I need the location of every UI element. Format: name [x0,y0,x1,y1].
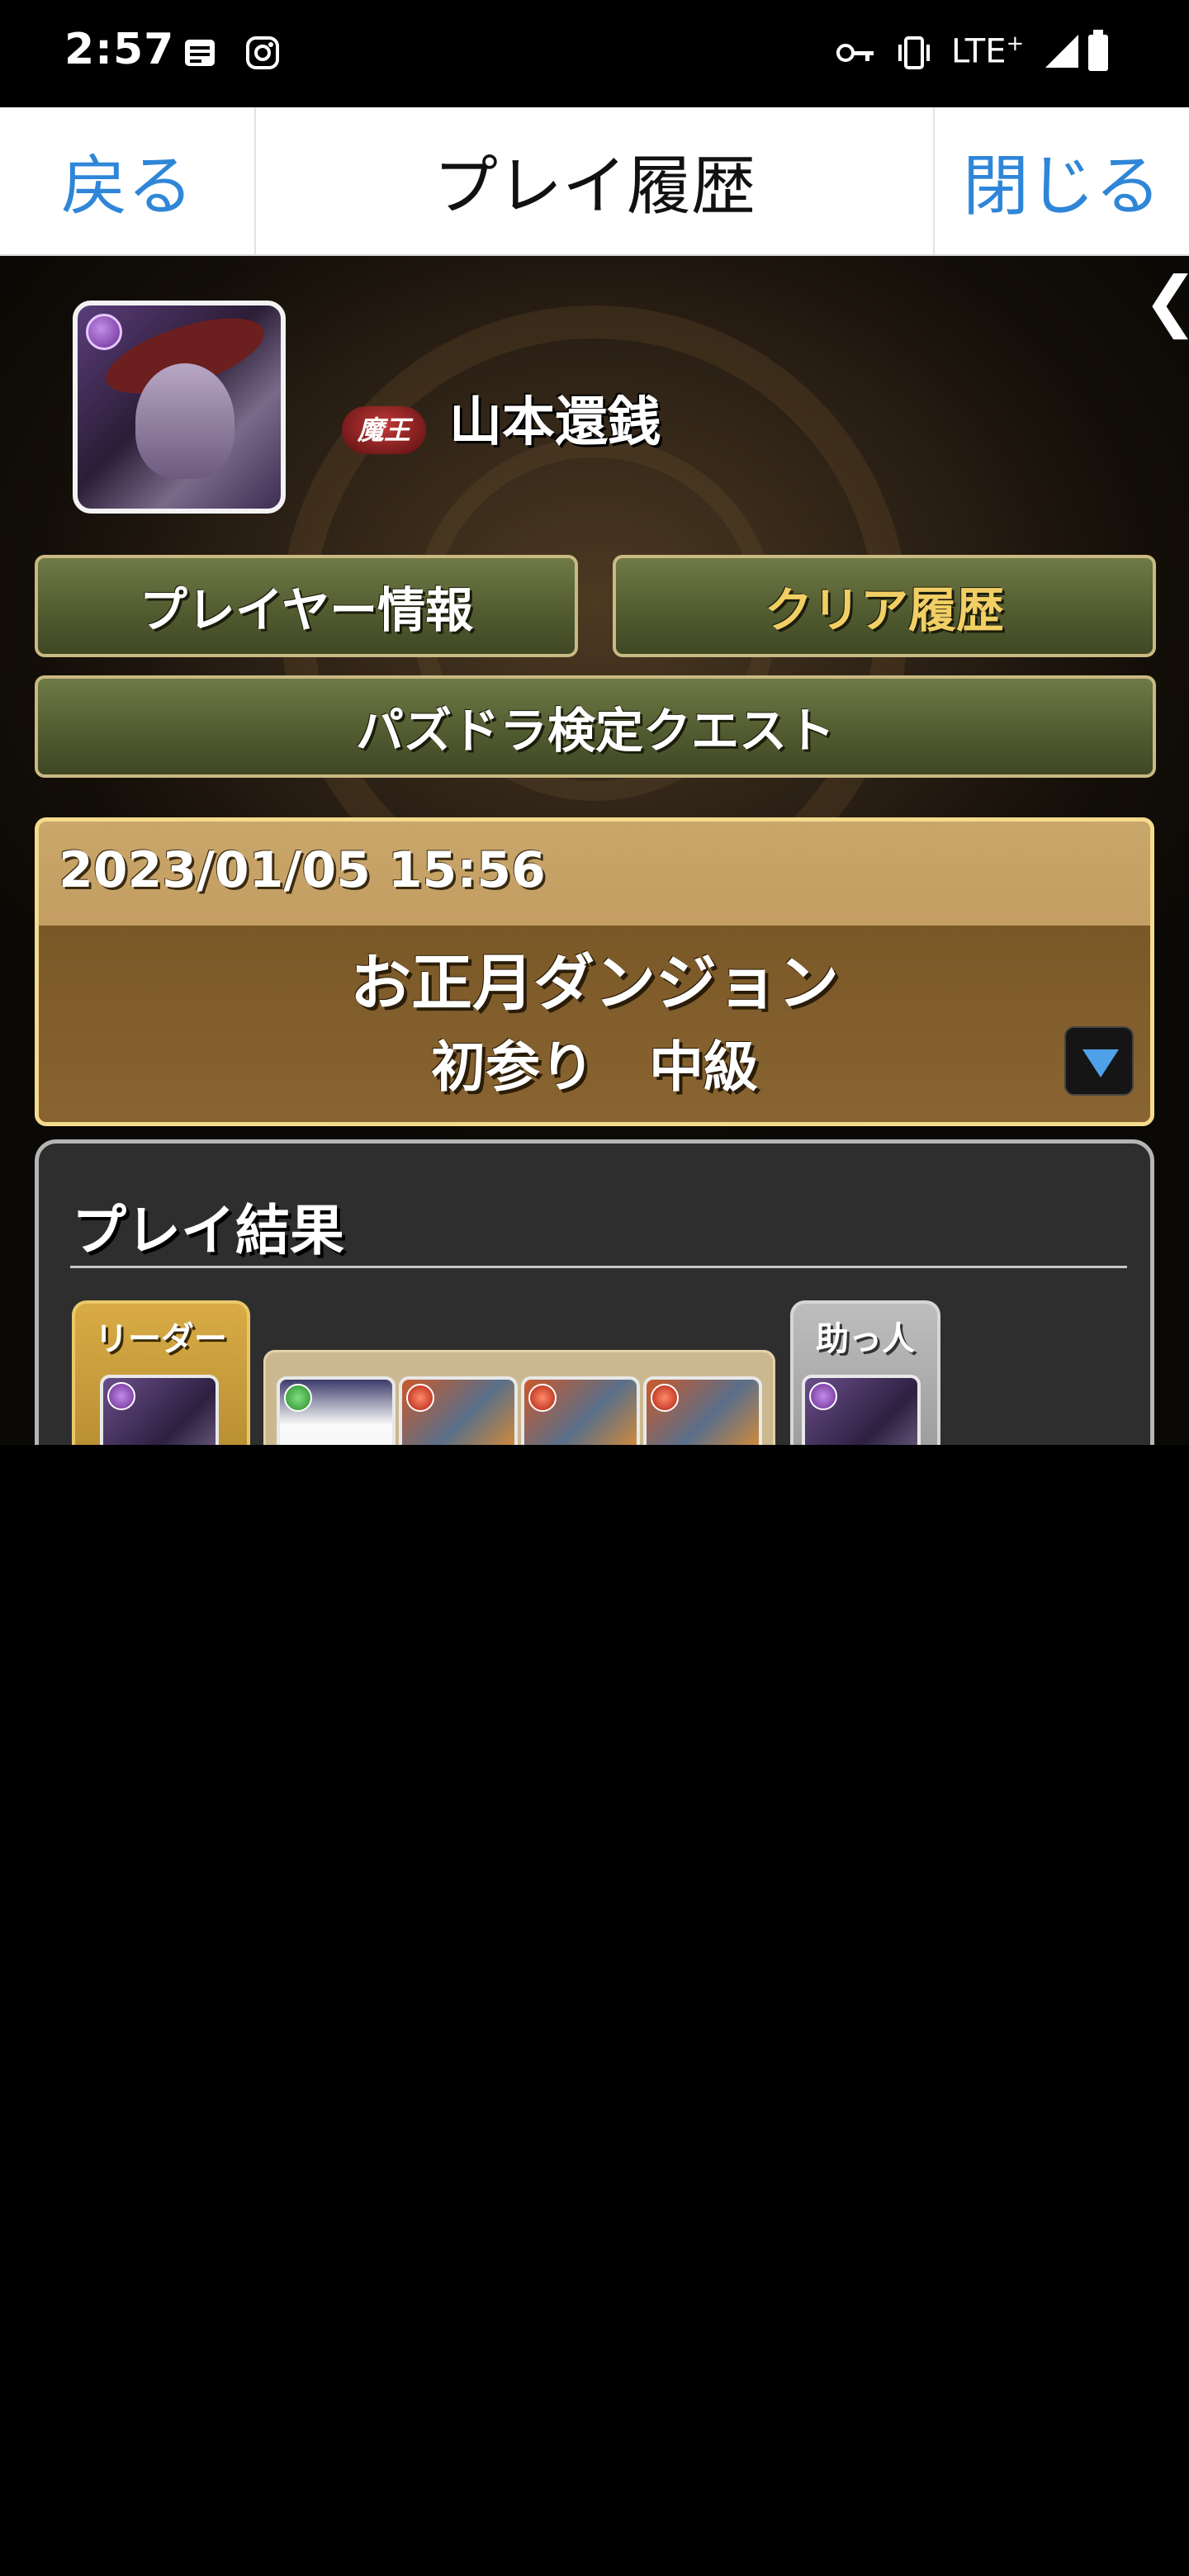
drop-item[interactable] [316,1877,430,1991]
history-entry[interactable]: 2023/01/05 15:53 お正月ダンジョン 初参り 中級 [35,2312,1154,2576]
dungeon-floor: 初参り 中級 [431,1035,758,1099]
dungeon-name: お正月ダンジョン [350,2442,839,2513]
light-attribute-icon [445,1883,470,1908]
drop-art [587,1911,655,1969]
exp: EXP：4,657 [72,2099,345,2148]
team-monster[interactable] [521,1376,640,1495]
team-assist[interactable] [277,1475,353,1551]
expand-triangle-icon[interactable] [1064,1026,1134,1096]
fire-attribute-icon [528,1384,557,1412]
leader-label: リーダー [95,1320,227,1358]
player-name: 山本還銭 [449,392,661,453]
play-result-panel: プレイ結果 リーダー 助っ人 クリアタイム：1分 46.2秒 平均コンボ：8 ク… [35,1139,1154,2279]
drop-art [465,1911,533,1969]
history-entry[interactable]: 2023/01/05 15:56 お正月ダンジョン 初参り 中級 [35,817,1154,1126]
status-time: 2:57 [64,25,175,74]
wood-attribute-icon [284,1384,312,1412]
gains-title: 獲得したもの [72,1767,399,1830]
player-info-button[interactable]: プレイヤー情報 [35,555,578,657]
play-result-title: プレイ結果 [72,1199,344,1262]
clear-turns: クリアターン：6 [480,1655,808,1704]
instagram-icon [246,36,279,69]
dungeon-name: お正月ダンジョン [350,948,839,1019]
history-dungeon-area: お正月ダンジョン 初参り 中級 [39,926,1150,1122]
player-avatar[interactable] [73,301,286,514]
history-dungeon-area: お正月ダンジョン 初参り 中級 [39,2420,1150,2576]
drop-art [709,1911,777,1969]
fire-attribute-icon [406,1384,434,1412]
drop-art [206,1948,303,1972]
dark-attribute-icon [86,314,122,350]
light-attribute-icon [78,1883,103,1908]
history-date: 2023/01/05 15:56 [59,841,546,899]
nav-bar: 戻る プレイ履歴 閉じる [0,107,1189,256]
team-monster[interactable] [399,1376,518,1495]
drop-item[interactable] [683,1877,797,1991]
team-monster[interactable] [643,1376,762,1495]
back-button[interactable]: 戻る [0,107,256,254]
rank-badge: 魔王 [342,406,426,454]
history-date: 2023/01/05 15:53 [59,2336,546,2394]
side-tab-chevron-icon[interactable]: ❮ [1143,256,1189,347]
vpn-key-icon [836,44,874,62]
drop-art [328,1948,425,1972]
puzzdra-quest-button[interactable]: パズドラ検定クエスト [35,675,1156,778]
drop-item[interactable] [72,1877,186,1991]
avatar-face [135,363,234,479]
plus-points: ＋ポイント：60 [481,2029,799,2079]
helper-monster[interactable] [802,1375,921,1494]
game-view: ❮ 魔王 山本還銭 プレイヤー情報 クリア履歴 パズドラ検定クエスト 2023/… [0,256,1189,2576]
team-monster[interactable] [277,1376,396,1495]
drop-art [83,1948,181,1972]
message-icon [185,40,215,66]
light-attribute-icon [323,1883,348,1908]
battery-icon [1088,30,1108,71]
close-button[interactable]: 閉じる [933,107,1189,254]
dark-attribute-icon [107,1382,135,1410]
divider [70,1266,1127,1268]
status-bar: 2:57 LTE+ [0,0,1189,107]
team-assist[interactable] [521,1475,597,1551]
light-attribute-icon [201,1883,225,1908]
drop-art [343,1911,410,1969]
light-attribute-icon [689,1883,714,1908]
helper-label: 助っ人 [816,1320,915,1358]
page-title: プレイ履歴 [433,149,756,224]
dark-attribute-icon [809,1382,837,1410]
clear-history-button[interactable]: クリア履歴 [613,555,1156,657]
leader-monster[interactable] [100,1375,219,1494]
signal-icon [1045,35,1078,68]
drop-art [450,1948,547,1972]
expand-triangle-icon[interactable] [1064,2521,1134,2576]
divider [70,1837,1127,1840]
fire-attribute-icon [651,1384,679,1412]
drop-item[interactable] [438,1877,552,1991]
team-assist[interactable] [399,1475,475,1551]
coins: コイン：23,797 [72,2029,410,2079]
drop-item[interactable] [561,1877,675,1991]
helper-assist[interactable] [802,1475,878,1551]
network-label: LTE+ [951,31,1025,71]
drop-art [220,1911,288,1969]
dungeon-floor: 初参り 中級 [431,2530,758,2576]
exp-stock: 経験値ストック：27,500 [72,2168,581,2218]
leader-assist[interactable] [100,1475,176,1551]
team-assist[interactable] [643,1475,719,1551]
average-combo: 平均コンボ：8 [72,1655,360,1704]
drop-art [98,1911,166,1969]
clear-time: クリアタイム：1分 46.2秒 [72,1585,609,1635]
vibrate-icon [898,36,930,69]
drop-art [694,1948,792,1972]
drop-item[interactable] [194,1877,308,1991]
light-attribute-icon [567,1883,592,1908]
